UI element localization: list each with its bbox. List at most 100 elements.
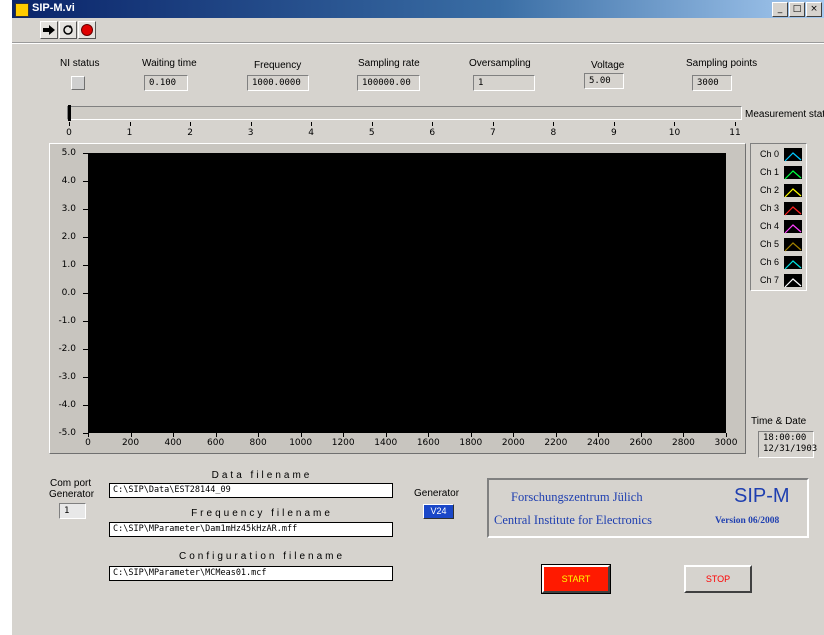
start-button[interactable]: START — [541, 564, 611, 594]
y-axis-tick — [83, 265, 88, 266]
minimize-button[interactable]: _ — [772, 2, 788, 17]
status-scale-tick — [190, 122, 192, 126]
data-filename-field[interactable]: C:\SIP\Data\EST28144_09 — [109, 483, 393, 498]
x-tick-label: 200 — [121, 438, 140, 448]
status-scale-label: 10 — [668, 128, 681, 138]
x-tick-label: 2600 — [629, 438, 653, 448]
x-axis-tick — [173, 433, 175, 437]
legend-item[interactable]: Ch 1 — [755, 165, 805, 181]
x-axis-tick — [598, 433, 600, 437]
stop-button[interactable]: STOP — [684, 565, 752, 593]
channel-legend: Ch 0 Ch 1 Ch 2 Ch 3 Ch 4 Ch 5 Ch 6 Ch 7 — [750, 143, 807, 291]
status-scale-label: 7 — [489, 128, 496, 138]
legend-item[interactable]: Ch 6 — [755, 255, 805, 271]
time-date-label: Time & Date — [751, 416, 807, 427]
labview-app-icon — [15, 3, 29, 17]
x-axis-tick — [385, 433, 387, 437]
x-axis-tick — [726, 433, 727, 437]
run-continuous-icon[interactable] — [59, 21, 77, 39]
x-tick-label: 800 — [249, 438, 267, 448]
y-axis-tick — [83, 237, 88, 238]
labview-window: SIP-M.vi _ □ × NI status Waiting time 0.… — [12, 0, 824, 635]
status-scale-tick — [311, 122, 313, 126]
abort-icon[interactable] — [78, 21, 96, 39]
x-axis-tick — [215, 433, 217, 437]
status-scale-label: 4 — [308, 128, 315, 138]
waiting-time-label: Waiting time — [142, 58, 197, 69]
status-scale-label: 6 — [429, 128, 436, 138]
maximize-button[interactable]: □ — [789, 2, 805, 17]
x-axis-tick — [683, 433, 685, 437]
ni-status-label: NI status — [60, 58, 100, 69]
legend-item-label: Ch 7 — [760, 275, 780, 285]
status-scale-label: 0 — [66, 128, 72, 138]
run-arrow-icon[interactable] — [40, 21, 58, 39]
y-axis-tick — [83, 377, 88, 378]
y-axis-tick — [83, 209, 88, 210]
x-axis-tick — [88, 433, 89, 437]
time-value: 18:00:00 — [763, 433, 807, 443]
date-value: 12/31/1903 — [763, 444, 818, 454]
y-tick-label: 3.0 — [61, 204, 76, 214]
x-tick-label: 400 — [164, 438, 182, 448]
x-tick-label: 0 — [85, 438, 91, 448]
window-title: SIP-M.vi — [32, 2, 75, 14]
legend-line-swatch — [784, 274, 802, 288]
frequency-filename-field[interactable]: C:\SIP\MParameter\Dam1mHz45kHzAR.mff — [109, 522, 393, 537]
time-date-indicator: 18:00:00 12/31/1903 — [758, 431, 818, 458]
institution-banner: Forschungszentrum Jülich SIP-M Central I… — [487, 478, 809, 538]
sampling-points-label: Sampling points — [686, 58, 758, 69]
measurement-status-slider — [67, 105, 742, 121]
generator-selector[interactable]: V24 — [423, 504, 454, 519]
legend-item[interactable]: Ch 7 — [755, 273, 805, 289]
legend-item[interactable]: Ch 4 — [755, 219, 805, 235]
legend-line-swatch — [784, 166, 802, 180]
voltage-indicator: 5.00 — [584, 73, 624, 89]
legend-item[interactable]: Ch 0 — [755, 147, 805, 163]
com-port-control[interactable]: 1 — [59, 503, 86, 519]
ni-status-led — [71, 76, 85, 90]
y-axis-tick — [83, 349, 88, 350]
status-scale-tick — [129, 122, 131, 126]
waiting-time-indicator: 0.100 — [144, 75, 188, 91]
configuration-filename-field[interactable]: C:\SIP\MParameter\MCMeas01.mcf — [109, 566, 393, 581]
status-scale-tick — [371, 122, 373, 126]
x-tick-label: 1800 — [459, 438, 483, 448]
x-axis-tick — [300, 433, 302, 437]
status-scale-label: 3 — [247, 128, 254, 138]
status-scale-tick — [492, 122, 494, 126]
y-axis-tick — [83, 405, 88, 406]
measurement-status-label: Measurement status — [745, 109, 824, 120]
x-axis-tick — [470, 433, 472, 437]
status-scale-label: 9 — [611, 128, 617, 138]
sampling-rate-indicator: 100000.00 — [357, 75, 420, 91]
status-scale-tick — [69, 122, 70, 126]
data-filename-label: Data filename — [211, 470, 313, 481]
legend-line-swatch — [784, 184, 802, 198]
legend-item[interactable]: Ch 3 — [755, 201, 805, 217]
voltage-label: Voltage — [591, 60, 625, 71]
status-scale-label: 5 — [368, 128, 375, 138]
com-port-generator-label: Generator — [49, 489, 95, 500]
x-tick-label: 1600 — [416, 438, 440, 448]
window-controls: _ □ × — [772, 2, 822, 17]
y-tick-label: -1.0 — [58, 316, 76, 326]
close-button[interactable]: × — [806, 2, 822, 17]
y-tick-label: -2.0 — [58, 344, 76, 354]
measurement-status-needle — [68, 105, 71, 121]
configuration-filename-label: Configuration filename — [178, 551, 346, 562]
status-scale-label: 11 — [729, 128, 741, 138]
x-axis-tick — [258, 433, 260, 437]
x-tick-label: 1200 — [331, 438, 355, 448]
legend-item[interactable]: Ch 2 — [755, 183, 805, 199]
x-axis-tick — [555, 433, 557, 437]
legend-item-label: Ch 3 — [760, 203, 780, 213]
legend-item[interactable]: Ch 5 — [755, 237, 805, 253]
oversampling-label: Oversampling — [469, 58, 531, 69]
legend-line-swatch — [784, 148, 802, 162]
front-panel: NI status Waiting time 0.100 Frequency 1… — [12, 43, 824, 635]
status-scale-tick — [250, 122, 252, 126]
legend-item-label: Ch 6 — [760, 257, 780, 267]
sampling-points-indicator: 3000 — [692, 75, 732, 91]
legend-item-label: Ch 4 — [760, 221, 780, 231]
